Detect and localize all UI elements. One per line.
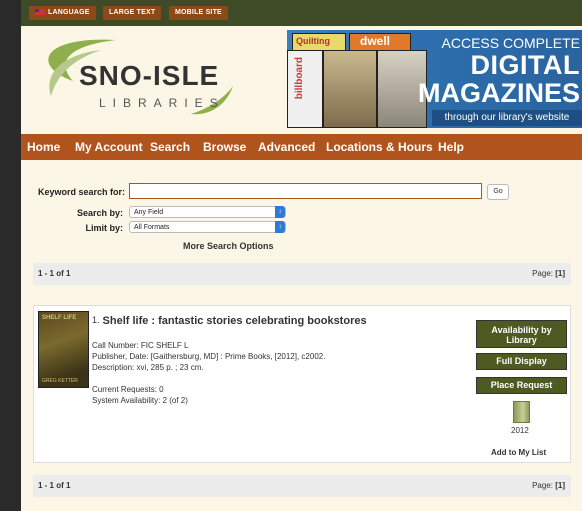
nav-home[interactable]: Home	[27, 140, 60, 154]
result-title-link[interactable]: Shelf life : fantastic stories celebrati…	[103, 315, 367, 327]
search-by-label: Search by:	[76, 208, 123, 218]
nav-help[interactable]: Help	[438, 140, 464, 154]
search-by-value: Any Field	[134, 209, 164, 216]
keyword-search-input[interactable]	[129, 183, 482, 199]
pagination-bar-top: 1 - 1 of 1 Page: [1]	[33, 263, 571, 285]
language-label: LANGUAGE	[48, 9, 90, 16]
language-button[interactable]: LANGUAGE	[29, 6, 96, 20]
main-nav: Home My Account Search Browse Advanced L…	[21, 134, 582, 160]
search-by-select[interactable]: Any Field ↕	[129, 206, 286, 218]
banner-line-1: ACCESS COMPLETE	[441, 35, 580, 51]
current-requests: Current Requests: 0	[92, 385, 164, 394]
page-label: Page:	[532, 269, 553, 278]
nav-advanced[interactable]: Advanced	[258, 140, 315, 154]
magazine-cover-photo	[323, 50, 377, 128]
library-logo[interactable]: SNO-ISLE LIBRARIES	[21, 26, 286, 136]
full-display-button[interactable]: Full Display	[476, 353, 567, 370]
page-label: Page:	[532, 481, 553, 490]
nav-my-account[interactable]: My Account	[75, 140, 143, 154]
cover-title: SHELF LIFE	[42, 315, 77, 321]
page-number-link[interactable]: [1]	[555, 481, 565, 490]
page-frame: LANGUAGE LARGE TEXT MOBILE SITE SNO-ISLE…	[21, 0, 582, 511]
magazine-title-quilting: Quilting	[296, 36, 330, 46]
limit-by-label: Limit by:	[85, 223, 124, 233]
banner-subtitle: through our library's website	[432, 110, 582, 126]
logo-subtitle: LIBRARIES	[99, 96, 225, 110]
magazine-title-dwell: dwell	[360, 34, 391, 48]
nav-browse[interactable]: Browse	[203, 140, 246, 154]
availability-by-library-button[interactable]: Availability by Library	[476, 320, 567, 348]
magazine-cover-billboard: billboard	[287, 50, 323, 128]
magazine-cover-quilting: Quilting	[292, 33, 346, 51]
more-search-options-link[interactable]: More Search Options	[183, 241, 274, 251]
search-result-item: SHELF LIFE GREG KETTER 1. Shelf life : fa…	[33, 305, 571, 463]
page-number-link[interactable]: [1]	[555, 269, 565, 278]
result-range: 1 - 1 of 1	[38, 481, 71, 490]
result-range: 1 - 1 of 1	[38, 269, 71, 278]
flag-icon	[35, 9, 45, 16]
limit-by-select[interactable]: All Formats ↕	[129, 221, 286, 233]
result-title: 1. Shelf life : fantastic stories celebra…	[92, 315, 367, 327]
banner-line-3: MAGAZINES	[418, 78, 580, 108]
utility-bar: LANGUAGE LARGE TEXT MOBILE SITE	[21, 0, 582, 26]
add-to-my-list-link[interactable]: Add to My List	[491, 448, 546, 457]
magazine-cover-dwell: dwell	[349, 33, 411, 51]
publisher-date: Publisher, Date: [Gaithersburg, MD] : Pr…	[92, 352, 326, 361]
publication-year: 2012	[511, 426, 529, 435]
magazine-title-billboard: billboard	[294, 57, 305, 100]
banner-line-2: DIGITAL	[470, 50, 580, 80]
select-arrows-icon: ↕	[275, 206, 285, 218]
keyword-label: Keyword search for:	[37, 187, 125, 197]
result-number: 1.	[92, 315, 100, 325]
place-request-button[interactable]: Place Request	[476, 377, 567, 394]
book-cover-image[interactable]: SHELF LIFE GREG KETTER	[38, 311, 89, 388]
nav-locations-hours[interactable]: Locations & Hours	[326, 140, 433, 154]
book-format-icon	[513, 401, 530, 423]
mobile-site-button[interactable]: MOBILE SITE	[169, 6, 228, 20]
call-number: Call Number: FIC SHELF L	[92, 341, 189, 350]
go-button[interactable]: Go	[487, 184, 509, 200]
logo-name: SNO-ISLE	[79, 60, 220, 91]
large-text-button[interactable]: LARGE TEXT	[103, 6, 162, 20]
page-indicator: Page: [1]	[532, 269, 565, 278]
select-arrows-icon: ↕	[275, 221, 285, 233]
description: Description: xvi, 285 p. ; 23 cm.	[92, 363, 204, 372]
system-availability: System Availability: 2 (of 2)	[92, 396, 188, 405]
page-indicator: Page: [1]	[532, 481, 565, 490]
digital-magazines-banner[interactable]: Quilting billboard dwell ACCESS COMPLETE…	[287, 30, 582, 128]
nav-search[interactable]: Search	[150, 140, 190, 154]
pagination-bar-bottom: 1 - 1 of 1 Page: [1]	[33, 475, 571, 497]
cover-author: GREG KETTER	[42, 378, 78, 384]
limit-by-value: All Formats	[134, 224, 170, 231]
